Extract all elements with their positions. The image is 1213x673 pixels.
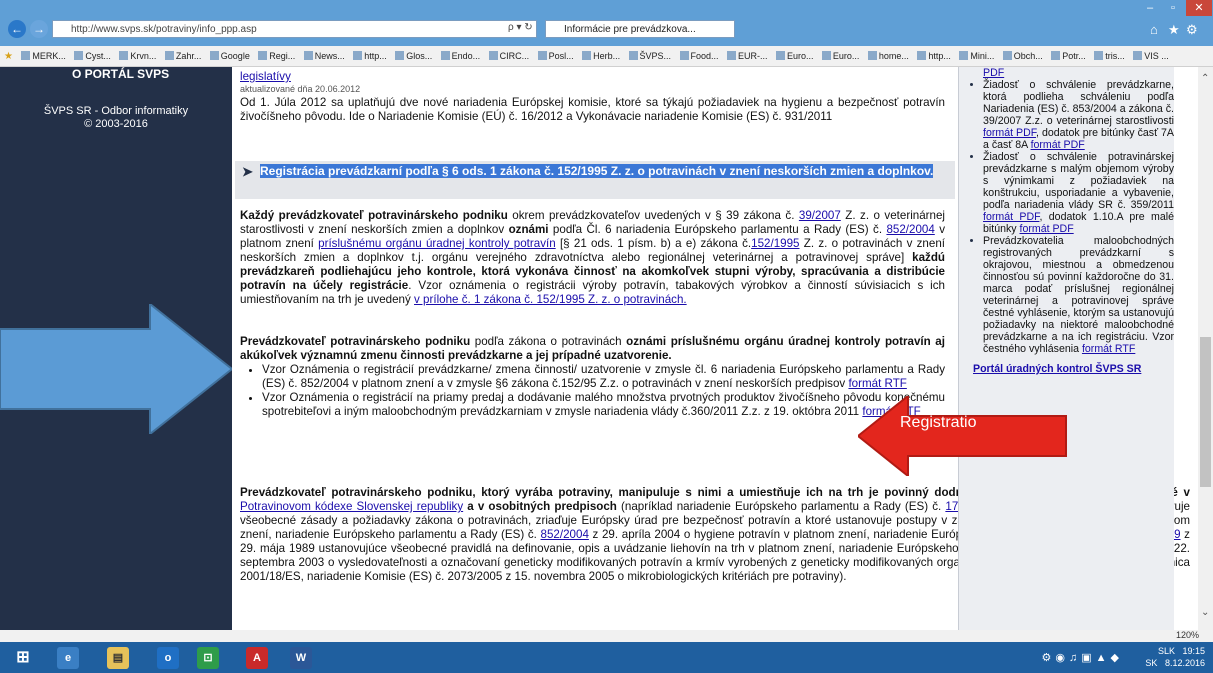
- favorite-link[interactable]: Posl...: [538, 46, 574, 66]
- favorites-star-icon[interactable]: ★: [1168, 22, 1180, 38]
- section-title: Registrácia prevádzkarní podľa § 6 ods. …: [260, 164, 934, 178]
- settings-gear-icon[interactable]: ⚙: [1186, 22, 1198, 38]
- reg-852-2004-link[interactable]: 852/2004: [886, 223, 934, 236]
- favorite-link[interactable]: Obch...: [1003, 46, 1043, 66]
- favorite-link[interactable]: ŠVPS...: [629, 46, 672, 66]
- section-arrow-icon: ➤: [242, 164, 253, 179]
- home-icon[interactable]: ⌂: [1150, 22, 1158, 37]
- favorite-link[interactable]: http...: [917, 46, 951, 66]
- favorite-link[interactable]: Endo...: [441, 46, 481, 66]
- official-controls-portal-link[interactable]: Portál úradných kontrol ŠVPS SR: [973, 363, 1141, 375]
- rtf-format-link[interactable]: formát RTF: [848, 377, 906, 390]
- red-arrow-label: Registratio: [900, 414, 977, 431]
- favorite-link[interactable]: News...: [304, 46, 345, 66]
- pdf-format-link[interactable]: formát PDF: [1031, 139, 1085, 151]
- pdf-format-link[interactable]: formát PDF: [983, 211, 1039, 223]
- scrollbar-thumb[interactable]: [1200, 337, 1211, 487]
- law-39-2007-link[interactable]: 39/2007: [799, 209, 841, 222]
- favorites-bar: ★ MERK... Cyst... Krvn... Zahr... Google…: [0, 46, 1213, 67]
- favorite-link[interactable]: Glos...: [395, 46, 432, 66]
- updated-date: aktualizované dňa 20.06.2012: [240, 84, 361, 94]
- pdf-link[interactable]: PDF: [983, 67, 1004, 79]
- word-icon[interactable]: W: [290, 647, 312, 669]
- file-explorer-icon[interactable]: ▤: [107, 647, 129, 669]
- status-bar: 120%: [0, 630, 1213, 642]
- zoom-level[interactable]: 120%: [1176, 630, 1199, 640]
- restore-icon[interactable]: ▫: [1163, 0, 1183, 16]
- list-item: Vzor Oznámenia o registrácií prevádzkarn…: [262, 363, 945, 391]
- start-windows-icon[interactable]: ⊞: [12, 647, 34, 669]
- footer-org: ŠVPS SR - Odbor informatiky: [43, 105, 189, 117]
- acrobat-icon[interactable]: A: [246, 647, 268, 669]
- favorite-link[interactable]: Cyst...: [74, 46, 111, 66]
- list-item: Žiadosť o schválenie prevádzkarne, ktorá…: [983, 79, 1174, 151]
- favorite-link[interactable]: Euro...: [776, 46, 814, 66]
- tab-active[interactable]: Informácie pre prevádzkova...: [545, 20, 735, 38]
- intro-paragraph: Od 1. Júla 2012 sa uplatňujú dve nové na…: [240, 96, 945, 123]
- pdf-format-link[interactable]: formát PDF: [1020, 223, 1074, 235]
- food-codex-link[interactable]: Potravinovom kódexe Slovenskej republiky: [240, 500, 463, 513]
- intro-block: legislatívy aktualizované dňa 20.06.2012…: [240, 70, 945, 124]
- back-icon[interactable]: ←: [8, 20, 26, 38]
- list-item: Prevádzkovatelia maloobchodných registro…: [983, 235, 1174, 355]
- favorite-link[interactable]: Herb...: [582, 46, 620, 66]
- blue-arrow-icon: [0, 304, 232, 434]
- favorite-link[interactable]: VIS ...: [1133, 46, 1169, 66]
- favorite-link[interactable]: Regi...: [258, 46, 295, 66]
- forward-icon[interactable]: →: [30, 20, 48, 38]
- pdf-format-link[interactable]: formát PDF: [983, 127, 1036, 139]
- favorite-link[interactable]: Krvn...: [119, 46, 156, 66]
- legislation-link[interactable]: legislatívy: [240, 70, 291, 83]
- list-item: Vzor Oznámenia o registrácií na priamy p…: [262, 391, 945, 419]
- favorite-link[interactable]: http...: [353, 46, 387, 66]
- reg-852-2004-link[interactable]: 852/2004: [541, 528, 589, 541]
- right-sidebar: PDF Žiadosť o schválenie prevádzkarne, k…: [958, 67, 1174, 630]
- portal-heading[interactable]: O PORTÁL SVPS: [72, 67, 169, 81]
- scroll-down-icon[interactable]: ⌄: [1201, 607, 1209, 618]
- web-page: O PORTÁL SVPS ŠVPS SR - Odbor informatik…: [0, 67, 1213, 630]
- favorite-link[interactable]: Euro...: [822, 46, 860, 66]
- favorite-link[interactable]: MERK...: [21, 46, 66, 66]
- scroll-up-icon[interactable]: ⌃: [1201, 73, 1209, 84]
- store-icon[interactable]: ⊡: [197, 647, 219, 669]
- address-bar[interactable]: http://www.svps.sk/potraviny/info_ppp.as…: [52, 20, 537, 38]
- red-arrow-icon: [858, 396, 1067, 476]
- favorite-link[interactable]: Mini...: [959, 46, 994, 66]
- outlook-icon[interactable]: o: [157, 647, 179, 669]
- browser-toolbar: – ▫ ✕ ← → http://www.svps.sk/potraviny/i…: [0, 0, 1213, 46]
- favorite-link[interactable]: Food...: [680, 46, 719, 66]
- minimize-icon[interactable]: –: [1140, 0, 1160, 16]
- close-icon[interactable]: ✕: [1186, 0, 1212, 16]
- list-item: Žiadosť o schválenie potravinárskej prev…: [983, 151, 1174, 235]
- section-heading: ➤ Registrácia prevádzkarní podľa § 6 ods…: [235, 161, 955, 199]
- favorite-link[interactable]: Zahr...: [165, 46, 202, 66]
- favorite-link[interactable]: EUR-...: [727, 46, 768, 66]
- change-notice-block: Prevádzkovateľ potravinárskeho podniku p…: [240, 335, 945, 419]
- authority-link[interactable]: príslušnému orgánu úradnej kontroly potr…: [318, 237, 556, 250]
- internet-explorer-icon[interactable]: e: [57, 647, 79, 669]
- favorite-link[interactable]: Potr...: [1051, 46, 1086, 66]
- vertical-scrollbar[interactable]: ⌃ ⌄: [1198, 67, 1213, 630]
- clock[interactable]: SLK 19:15 SK 8.12.2016: [1145, 645, 1205, 669]
- registration-paragraph: Každý prevádzkovateľ potravinárskeho pod…: [240, 209, 946, 306]
- annex-1-link[interactable]: v prílohe č. 1 zákona č. 152/1995 Z. z. …: [414, 293, 687, 306]
- rtf-format-link[interactable]: formát RTF: [1082, 343, 1135, 355]
- law-152-1995-link[interactable]: 152/1995: [751, 237, 799, 250]
- favorite-link[interactable]: CIRC...: [489, 46, 530, 66]
- footer-copyright: © 2003-2016: [84, 118, 148, 130]
- favorite-link[interactable]: tris...: [1094, 46, 1125, 66]
- favorite-link[interactable]: Google: [210, 46, 250, 66]
- search-icon[interactable]: ρ ▾ ↻: [508, 22, 533, 33]
- favorites-star-icon[interactable]: ★: [4, 51, 13, 62]
- taskbar: ⊞ e ▤ o ⊡ A W ⚙◉♫▣▲◆ SLK 19:15 SK 8.12.2…: [0, 642, 1213, 673]
- favorite-link[interactable]: home...: [868, 46, 909, 66]
- system-tray-icons[interactable]: ⚙◉♫▣▲◆: [1042, 651, 1123, 664]
